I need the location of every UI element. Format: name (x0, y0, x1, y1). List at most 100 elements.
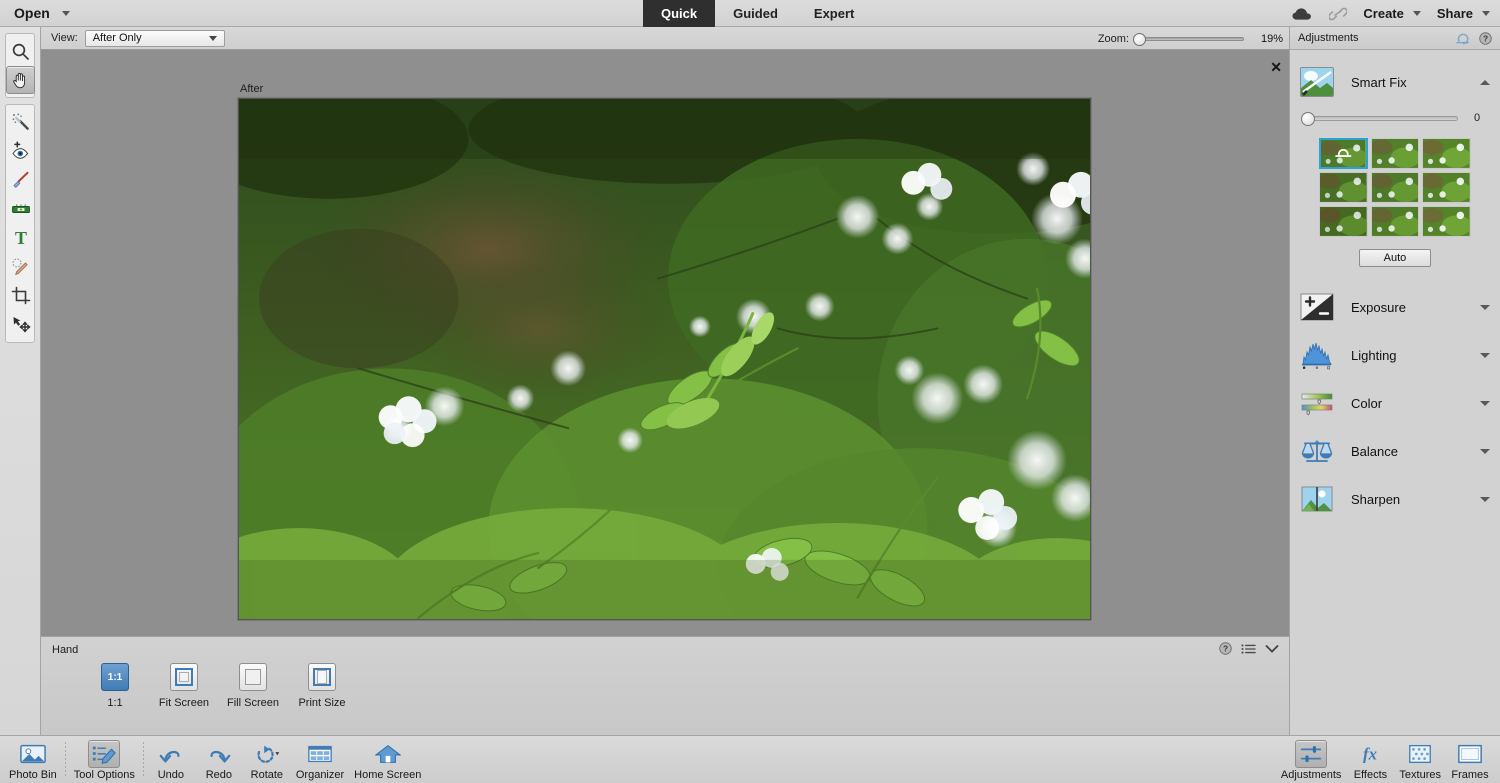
undo-label: Undo (158, 769, 184, 781)
create-menu[interactable]: Create (1363, 6, 1420, 21)
smart-fix-section: Smart Fix 0 (1290, 50, 1500, 267)
adjustment-exposure-label: Exposure (1351, 300, 1480, 315)
open-button[interactable]: Open (14, 5, 70, 21)
adjustments-panel-title: Adjustments (1298, 32, 1456, 44)
home-icon (372, 740, 404, 768)
home-screen-button[interactable]: Home Screen (349, 738, 426, 781)
type-tool[interactable]: T (6, 224, 35, 252)
redo-button[interactable]: Redo (195, 738, 243, 781)
zoom-label: Zoom: (1098, 33, 1129, 45)
zoom-slider[interactable] (1136, 37, 1244, 41)
preview-thumbnail[interactable] (1319, 206, 1368, 237)
adjustments-button[interactable]: Adjustments (1276, 738, 1347, 781)
preview-thumbnail[interactable] (1371, 172, 1420, 203)
crop-tool[interactable] (6, 282, 35, 310)
chevron-down-icon[interactable] (1480, 305, 1490, 310)
adjustment-color[interactable]: Color (1290, 379, 1500, 427)
adjustment-exposure[interactable]: Exposure (1290, 283, 1500, 331)
reset-icon[interactable] (1456, 32, 1471, 45)
red-eye-tool[interactable] (6, 137, 35, 165)
adjustment-lighting[interactable]: Lighting (1290, 331, 1500, 379)
fit-screen-glyph (170, 663, 198, 691)
tab-expert-label: Expert (814, 6, 854, 21)
canvas-area[interactable]: After ✕ (41, 50, 1289, 636)
zoom-1to1-button[interactable]: 1:1 1:1 (89, 663, 141, 709)
smart-fix-preview-grid (1319, 138, 1471, 237)
help-icon[interactable]: ? (1479, 32, 1492, 45)
chevron-down-icon[interactable] (1480, 401, 1490, 406)
tool-options-panel-controls: ? (1219, 642, 1279, 655)
preview-thumbnail[interactable] (1422, 138, 1471, 169)
textures-button[interactable]: Textures (1394, 738, 1446, 781)
preview-thumbnail[interactable] (1319, 172, 1368, 203)
close-icon[interactable]: ✕ (1270, 60, 1282, 74)
photo-canvas[interactable] (238, 98, 1091, 620)
quick-selection-tool[interactable] (6, 108, 35, 136)
tab-quick[interactable]: Quick (643, 0, 715, 27)
options-bar: View: After Only Zoom: 19% (41, 27, 1289, 50)
preview-thumbnail[interactable] (1371, 138, 1420, 169)
panel-menu-icon[interactable] (1241, 643, 1256, 655)
zoom-tool[interactable] (6, 37, 35, 65)
share-menu[interactable]: Share (1437, 6, 1490, 21)
svg-text:fx: fx (1363, 745, 1377, 764)
preview-thumbnail[interactable] (1422, 206, 1471, 237)
auto-button[interactable]: Auto (1359, 249, 1431, 267)
smart-fix-slider[interactable] (1304, 116, 1458, 121)
smart-fix-header[interactable]: Smart Fix (1290, 58, 1500, 106)
whiten-teeth-tool[interactable] (6, 166, 35, 194)
link-icon[interactable] (1329, 7, 1347, 21)
preview-thumbnail[interactable] (1319, 138, 1368, 169)
frames-icon (1454, 740, 1486, 768)
smart-fix-icon (1300, 67, 1334, 97)
tab-guided[interactable]: Guided (715, 0, 796, 27)
zoom-value: 19% (1251, 33, 1283, 45)
adjustment-balance-label: Balance (1351, 444, 1480, 459)
photo-bin-button[interactable]: Photo Bin (4, 738, 62, 781)
smart-fix-value: 0 (1468, 112, 1486, 124)
textures-label: Textures (1399, 769, 1441, 781)
fill-screen-glyph (239, 663, 267, 691)
preview-thumbnail[interactable] (1371, 206, 1420, 237)
effects-button[interactable]: fx Effects (1346, 738, 1394, 781)
tools-panel: T (0, 27, 41, 735)
chevron-down-icon[interactable] (1480, 497, 1490, 502)
print-size-button[interactable]: Print Size (296, 663, 348, 709)
chevron-down-icon[interactable] (1265, 644, 1279, 654)
share-label: Share (1437, 6, 1473, 21)
zoom-slider-handle[interactable] (1133, 33, 1146, 46)
preview-thumbnail[interactable] (1422, 172, 1471, 203)
zoom-control-group: Zoom: 19% (1098, 27, 1289, 50)
chevron-down-icon[interactable] (1480, 353, 1490, 358)
open-label: Open (14, 5, 50, 21)
view-mode-select[interactable]: After Only (85, 30, 225, 47)
home-screen-label: Home Screen (354, 769, 421, 781)
undo-button[interactable]: Undo (147, 738, 195, 781)
photo-editor-window: Open Quick Guided Expert (0, 0, 1500, 783)
straighten-tool[interactable] (6, 195, 35, 223)
cloud-icon[interactable] (1291, 7, 1313, 21)
move-tool[interactable] (6, 311, 35, 339)
print-size-label: Print Size (298, 697, 345, 709)
tool-options-button[interactable]: Tool Options (69, 738, 140, 781)
spot-healing-tool[interactable] (6, 253, 35, 281)
rotate-icon (251, 740, 283, 768)
fill-screen-button[interactable]: Fill Screen (227, 663, 279, 709)
organizer-button[interactable]: Organizer (291, 738, 349, 781)
tab-expert[interactable]: Expert (796, 0, 872, 27)
hand-tool[interactable] (6, 66, 35, 94)
rotate-button[interactable]: Rotate (243, 738, 291, 781)
frames-button[interactable]: Frames (1446, 738, 1494, 781)
menu-bar: Open Quick Guided Expert (0, 0, 1500, 27)
chevron-down-icon[interactable] (1480, 449, 1490, 454)
chevron-down-icon (1413, 11, 1421, 16)
tool-group-edit: T (5, 104, 35, 343)
adjustment-balance[interactable]: Balance (1290, 427, 1500, 475)
smart-fix-slider-handle[interactable] (1301, 112, 1315, 126)
adjustment-sharpen[interactable]: Sharpen (1290, 475, 1500, 523)
adjustment-lighting-label: Lighting (1351, 348, 1480, 363)
fit-screen-button[interactable]: Fit Screen (158, 663, 210, 709)
tool-options-buttons: 1:1 1:1 Fit Screen Fill Scree (89, 663, 348, 709)
chevron-up-icon[interactable] (1480, 80, 1490, 85)
help-icon[interactable]: ? (1219, 642, 1232, 655)
